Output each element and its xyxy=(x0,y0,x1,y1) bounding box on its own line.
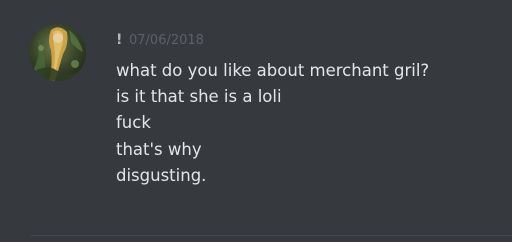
username[interactable]: ! xyxy=(116,32,122,48)
avatar[interactable] xyxy=(29,24,86,81)
message-divider xyxy=(30,235,512,236)
avatar-image xyxy=(29,24,86,81)
message-line: fuck xyxy=(116,113,151,133)
message-line: what do you like about merchant gril? xyxy=(116,61,430,80)
message-line: disgusting. xyxy=(116,165,207,185)
message-group: ! 07/06/2018 what do you like about merc… xyxy=(0,0,512,235)
message-line: is it that she is a loli xyxy=(116,87,282,107)
timestamp: 07/06/2018 xyxy=(129,32,204,48)
message-content: what do you like about merchant gril? is… xyxy=(116,58,429,189)
message-line: that's why xyxy=(116,139,202,159)
message-header: ! 07/06/2018 xyxy=(116,30,204,50)
chat-view: ! 07/06/2018 what do you like about merc… xyxy=(0,0,512,242)
